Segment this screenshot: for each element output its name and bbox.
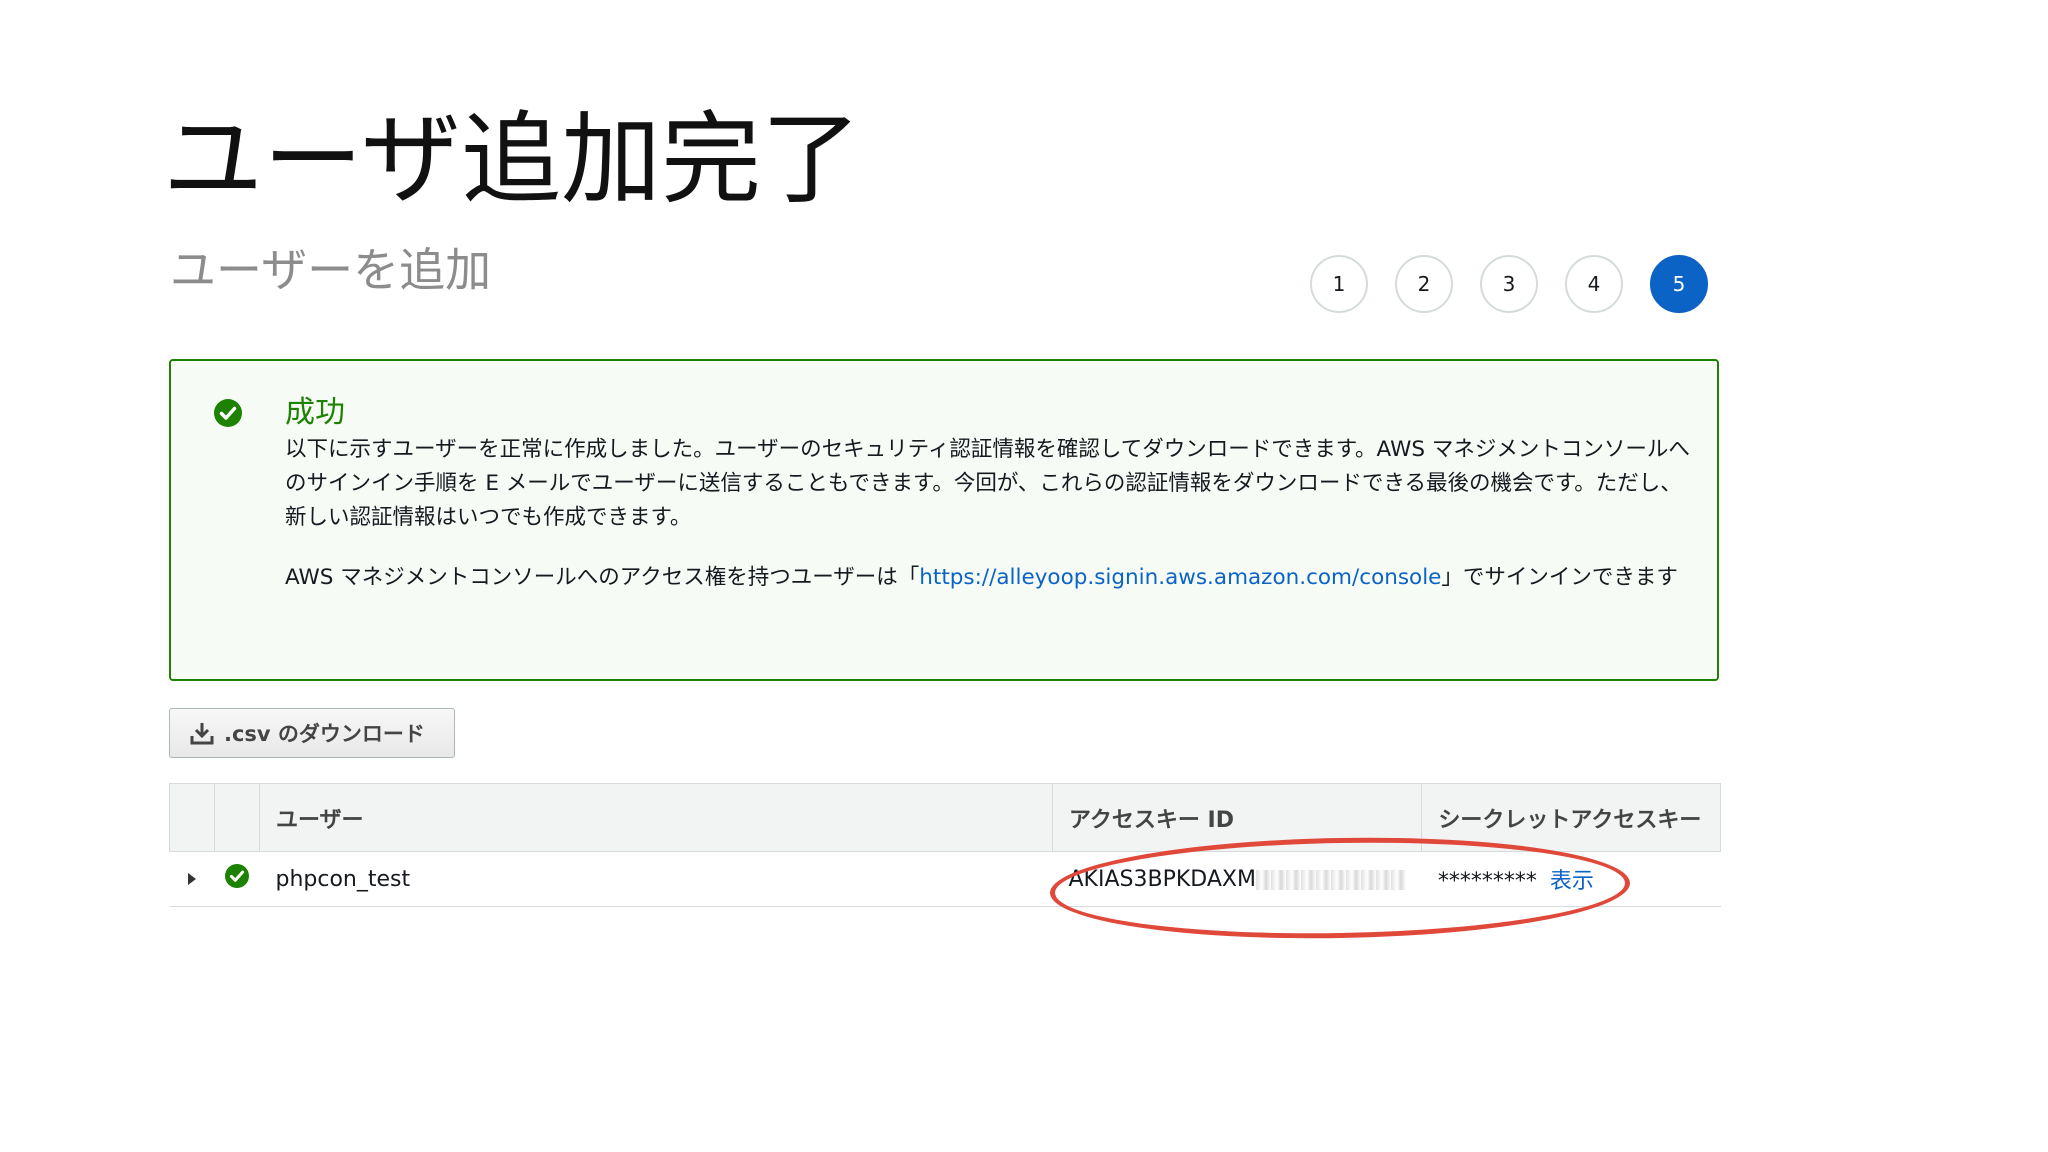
step-4[interactable]: 4 <box>1565 255 1623 313</box>
user-name-cell: phpcon_test <box>259 851 1053 907</box>
check-circle-icon <box>225 864 249 888</box>
download-icon <box>190 723 214 745</box>
step-1[interactable]: 1 <box>1310 255 1368 313</box>
table-header-row: ユーザー アクセスキー ID シークレットアクセスキー <box>169 783 1721 852</box>
step-2[interactable]: 2 <box>1395 255 1453 313</box>
signin-message: AWS マネジメントコンソールへのアクセス権を持つユーザーは「https://a… <box>285 561 1690 595</box>
step-3[interactable]: 3 <box>1480 255 1538 313</box>
console-signin-link[interactable]: https://alleyoop.signin.aws.amazon.com/c… <box>919 565 1441 590</box>
page-title: ユーザーを追加 <box>170 243 492 297</box>
row-status <box>214 851 260 907</box>
expand-column-header <box>169 783 215 852</box>
slide-title: ユーザ追加完了 <box>163 101 861 218</box>
signin-suffix: 」でサインインできます <box>1441 565 1678 590</box>
user-column-header: ユーザー <box>259 783 1053 852</box>
alert-message: 以下に示すユーザーを正常に作成しました。ユーザーのセキュリティ認証情報を確認して… <box>285 437 1690 530</box>
alert-title: 成功 <box>285 395 345 430</box>
step-5[interactable]: 5 <box>1650 255 1708 313</box>
download-csv-label: .csv のダウンロード <box>224 722 425 746</box>
download-csv-button[interactable]: .csv のダウンロード <box>169 708 455 758</box>
expand-row-toggle[interactable] <box>169 851 215 907</box>
caret-right-icon <box>188 872 196 885</box>
status-column-header <box>214 783 260 852</box>
wizard-stepper: 1 2 3 4 5 <box>1310 255 1710 313</box>
signin-prefix: AWS マネジメントコンソールへのアクセス権を持つユーザーは「 <box>285 565 920 590</box>
success-alert: 成功 以下に示すユーザーを正常に作成しました。ユーザーのセキュリティ認証情報を確… <box>169 359 1719 681</box>
check-circle-icon <box>214 399 242 427</box>
